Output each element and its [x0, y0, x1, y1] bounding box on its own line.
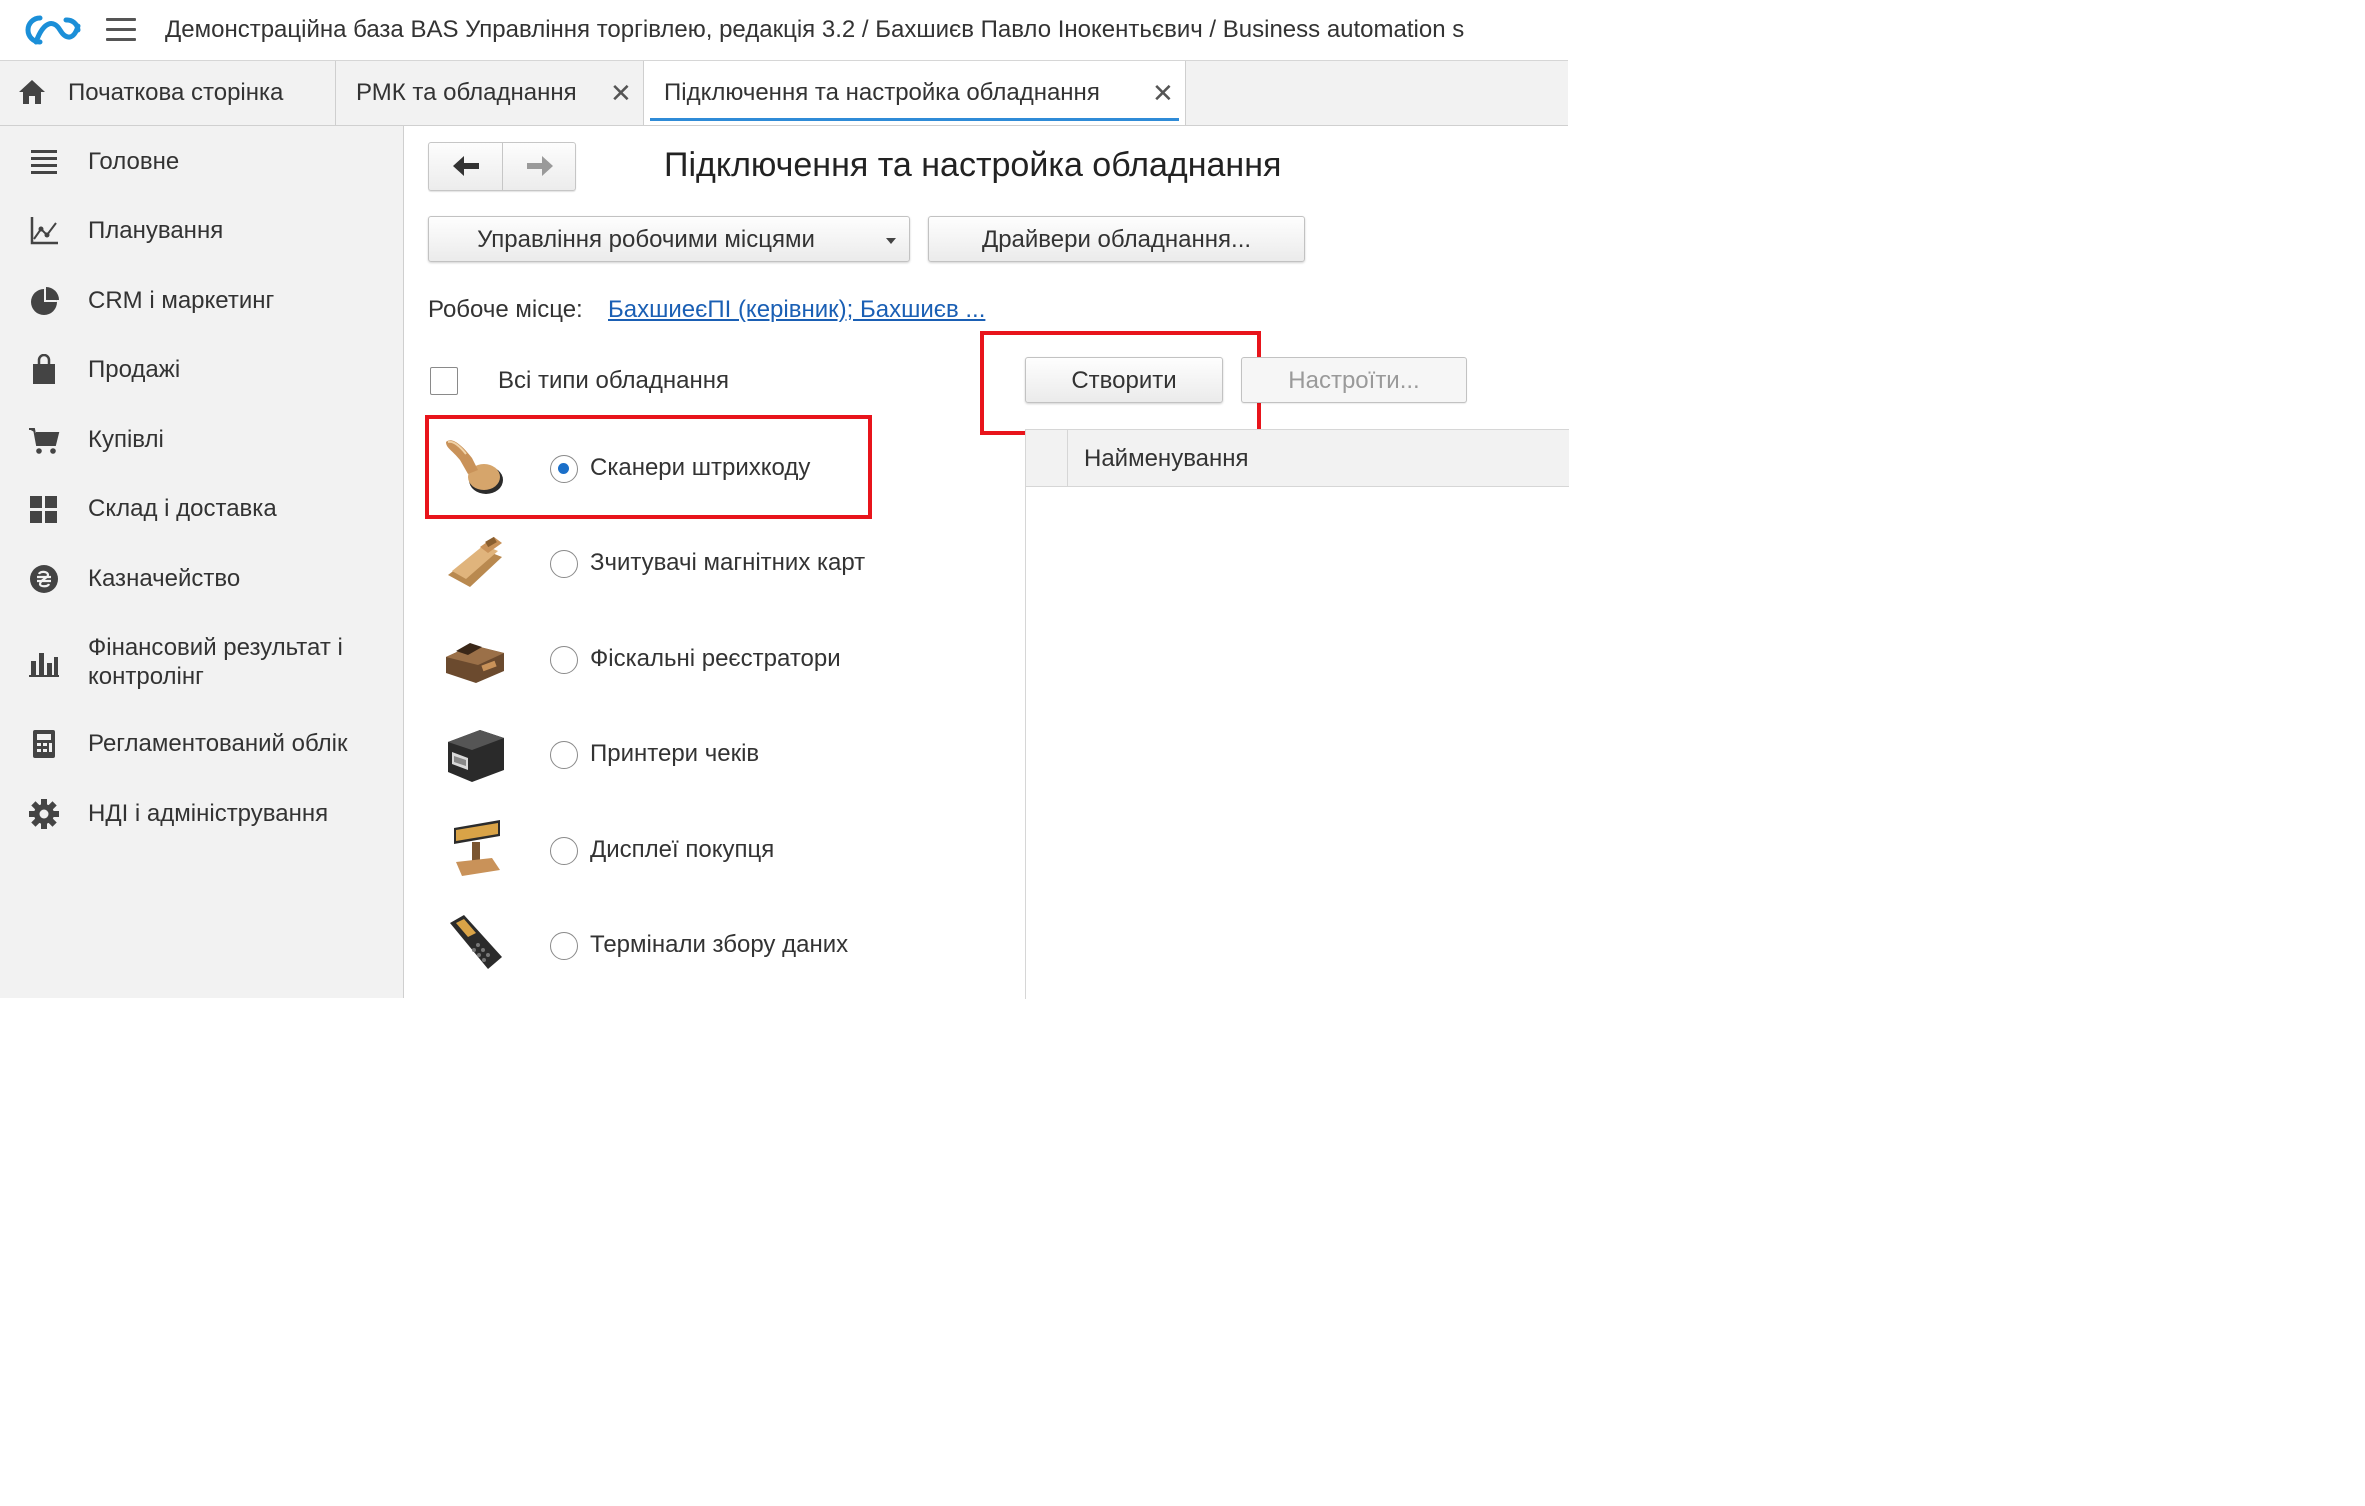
tab-bar: Початкова сторінка РМК та обладнання ✕ П… — [0, 61, 1568, 126]
equipment-type-item[interactable]: Термінали збору даних — [428, 905, 868, 985]
history-nav — [428, 142, 576, 191]
equipment-type-radio[interactable] — [550, 837, 578, 865]
sidebar-item-admin[interactable]: НДІ і адміністрування — [0, 798, 403, 830]
gear-icon — [29, 799, 59, 829]
shopping-bag-icon — [33, 354, 55, 384]
sidebar: Головне Планування CRM і маркетинг Прода… — [0, 126, 404, 998]
sidebar-item-label: CRM і маркетинг — [88, 287, 275, 314]
equipment-type-label: Зчитувачі магнітних карт — [590, 549, 866, 576]
equipment-type-label: Дисплеї покупця — [590, 836, 775, 863]
sidebar-item-crm[interactable]: CRM і маркетинг — [0, 285, 403, 317]
configure-button-label: Настроїти... — [1288, 367, 1420, 394]
data-terminal-icon — [450, 915, 502, 969]
bas-logo-icon[interactable] — [24, 12, 82, 48]
pie-chart-icon — [31, 287, 59, 315]
sidebar-item-label: Регламентований облік — [88, 730, 348, 757]
equipment-type-radio[interactable] — [550, 550, 578, 578]
sidebar-item-main[interactable]: Головне — [0, 146, 403, 178]
equipment-type-label: Термінали збору даних — [590, 931, 849, 958]
main-menu-icon[interactable] — [106, 18, 136, 42]
app-title: Демонстраційна база BAS Управління торгі… — [165, 16, 1465, 43]
bar-chart-icon — [29, 653, 59, 677]
forward-button[interactable] — [503, 143, 575, 190]
sidebar-item-label: Продажі — [88, 356, 181, 383]
planning-chart-icon — [30, 217, 58, 245]
create-button[interactable]: Створити — [1025, 357, 1223, 403]
table-header: Найменування — [1026, 430, 1569, 487]
sidebar-item-label: Фінансовий результат і — [88, 634, 343, 661]
tab-rmk[interactable]: РМК та обладнання ✕ — [336, 61, 644, 125]
customer-display-icon — [454, 820, 500, 876]
sidebar-item-label: Склад і доставка — [88, 495, 277, 522]
page-title: Підключення та настройка обладнання — [664, 146, 1282, 184]
receipt-printer-icon — [448, 730, 504, 782]
all-types-checkbox[interactable] — [430, 367, 458, 395]
all-types-label: Всі типи обладнання — [498, 367, 729, 394]
sidebar-item-label-line2: контролінг — [88, 663, 204, 690]
sidebar-item-label: Головне — [88, 148, 180, 175]
equipment-type-radio[interactable] — [550, 932, 578, 960]
sidebar-item-label: Планування — [88, 217, 224, 244]
equipment-type-label: Принтери чеків — [590, 740, 760, 767]
workplaces-button-label: Управління робочими місцями — [477, 226, 815, 253]
sidebar-item-regulated[interactable]: Регламентований облік — [0, 728, 403, 760]
workplace-link[interactable]: БахшиеєПІ (керівник); Бахшиєв ... — [608, 296, 985, 324]
fiscal-register-icon — [446, 643, 504, 683]
active-tab-indicator — [650, 118, 1179, 121]
workplaces-dropdown-button[interactable]: Управління робочими місцями — [428, 216, 910, 262]
equipment-table[interactable]: Найменування — [1025, 429, 1569, 999]
warehouse-grid-icon — [30, 496, 57, 523]
tab-equipment-close-icon[interactable]: ✕ — [1152, 78, 1174, 109]
sidebar-item-label: Казначейство — [88, 565, 241, 592]
tab-rmk-label: РМК та обладнання — [356, 79, 577, 106]
sidebar-item-finance[interactable]: Фінансовий результат і контролінг — [0, 631, 403, 693]
tab-rmk-close-icon[interactable]: ✕ — [610, 78, 632, 109]
chevron-down-icon — [886, 238, 896, 244]
hryvnia-coin-icon — [30, 565, 58, 593]
sidebar-item-label: НДІ і адміністрування — [88, 800, 329, 827]
back-button[interactable] — [429, 143, 501, 190]
equipment-type-label: Фіскальні реєстратори — [590, 645, 841, 672]
tab-home-label: Початкова сторінка — [68, 79, 284, 106]
workplace-label: Робоче місце: — [428, 296, 583, 323]
equipment-type-item[interactable]: Принтери чеків — [428, 714, 868, 794]
equipment-type-item[interactable]: Зчитувачі магнітних карт — [428, 523, 868, 603]
sidebar-item-label: Купівлі — [88, 426, 164, 453]
sidebar-item-sales[interactable]: Продажі — [0, 354, 403, 386]
tab-home[interactable]: Початкова сторінка — [0, 61, 336, 125]
tab-equipment[interactable]: Підключення та настройка обладнання ✕ — [644, 61, 1186, 125]
table-header-corner — [1026, 430, 1068, 486]
create-button-label: Створити — [1071, 367, 1177, 394]
main-panel: Підключення та настройка обладнання Упра… — [404, 126, 1569, 999]
highlight-scanner-box — [425, 415, 872, 519]
equipment-type-radio[interactable] — [550, 741, 578, 769]
configure-button[interactable]: Настроїти... — [1241, 357, 1467, 403]
sidebar-item-purchases[interactable]: Купівлі — [0, 424, 403, 456]
sidebar-item-treasury[interactable]: Казначейство — [0, 563, 403, 595]
arrow-left-icon — [453, 156, 479, 176]
cart-icon — [29, 428, 60, 454]
equipment-type-radio[interactable] — [550, 646, 578, 674]
column-header-name[interactable]: Найменування — [1084, 445, 1249, 473]
top-bar: Демонстраційна база BAS Управління торгі… — [0, 0, 1568, 61]
arrow-right-icon — [527, 156, 553, 176]
equipment-type-item[interactable]: Дисплеї покупця — [428, 810, 868, 890]
drivers-button[interactable]: Драйвери обладнання... — [928, 216, 1305, 262]
home-icon — [19, 80, 45, 104]
sidebar-item-planning[interactable]: Планування — [0, 215, 403, 247]
tab-equipment-label: Підключення та настройка обладнання — [664, 79, 1100, 106]
card-reader-icon — [448, 536, 502, 587]
sidebar-item-warehouse[interactable]: Склад і доставка — [0, 493, 403, 525]
drivers-button-label: Драйвери обладнання... — [981, 226, 1252, 253]
calculator-icon — [33, 730, 55, 758]
equipment-type-item[interactable]: Фіскальні реєстратори — [428, 619, 868, 699]
menu-lines-icon — [31, 150, 57, 174]
